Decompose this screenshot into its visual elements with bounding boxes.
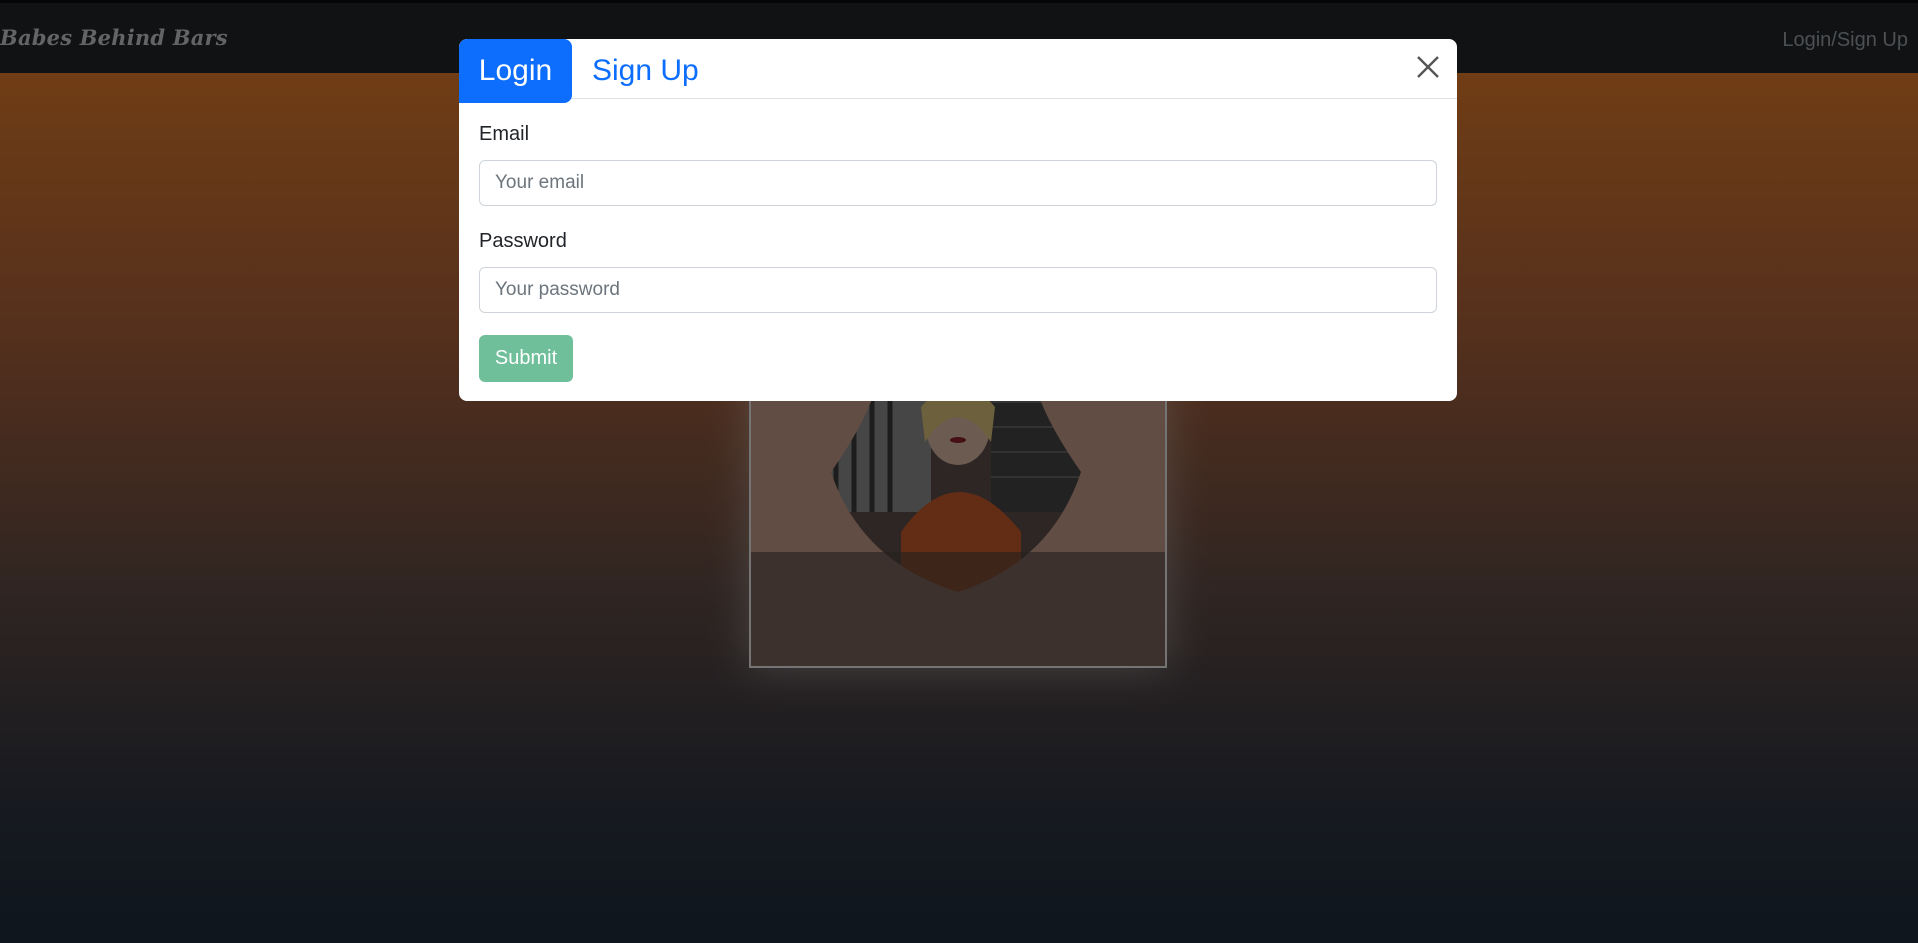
tab-sign-up[interactable]: Sign Up xyxy=(592,39,699,103)
email-label: Email xyxy=(479,123,530,145)
password-field[interactable] xyxy=(479,267,1437,313)
tab-login[interactable]: Login xyxy=(459,39,572,103)
email-field[interactable] xyxy=(479,160,1437,206)
close-icon[interactable] xyxy=(1415,54,1441,80)
login-modal: Login Sign Up Email Password Submit xyxy=(459,39,1457,401)
modal-header: Login Sign Up xyxy=(459,39,1457,103)
password-label: Password xyxy=(479,230,567,252)
submit-button[interactable]: Submit xyxy=(479,335,573,382)
